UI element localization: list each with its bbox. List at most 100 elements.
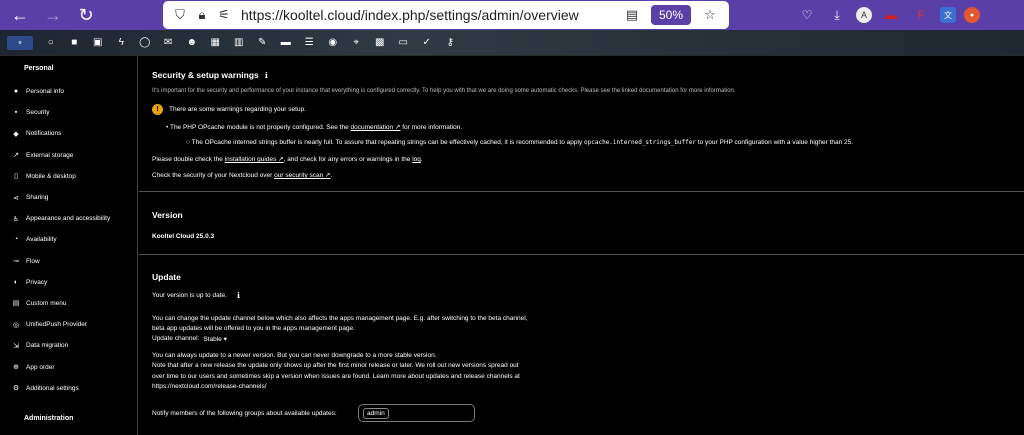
settings-sidebar: Personal ● Personal info ▪ Security ◆ Notif… — [0, 56, 138, 435]
settings-icon: ⚙ — [12, 385, 20, 393]
sidebar-section-administration: Administration — [24, 414, 74, 422]
note-line: over time to our users and sometimes ski… — [152, 372, 520, 380]
notify-groups-input[interactable]: admin — [358, 404, 475, 422]
version-value: Kooltel Cloud 25.0.3 — [152, 233, 215, 240]
dashboard-icon[interactable]: ○ — [39, 32, 63, 54]
warning-buffer-text: The OPcache interned strings buffer is n… — [191, 139, 583, 146]
sidebar-item-data-migration[interactable]: ⇲ Data migration — [0, 335, 137, 356]
sidebar-item-sharing[interactable]: ⋖ Sharing — [0, 187, 137, 208]
warning-buffer-post: to your PHP configuration with a value h… — [697, 139, 843, 146]
kooltel-logo[interactable]: ꙩ — [7, 35, 33, 50]
lock-icon: ▪ — [14, 109, 18, 117]
forward-icon[interactable]: → — [40, 2, 66, 28]
notify-label: Notify members of the following groups a… — [152, 410, 337, 417]
warning-opcache-post: for more information. — [402, 124, 463, 131]
privacy-icon: ◐ — [13, 278, 19, 286]
channel-line: You can change the update channel below … — [152, 315, 528, 322]
contacts-icon[interactable]: ☻ — [180, 32, 204, 54]
phone-icon: ▯ — [14, 173, 18, 181]
circles-icon[interactable]: ◉ — [321, 32, 345, 54]
reader-view-icon[interactable]: ▤ — [621, 4, 643, 26]
browser-toolbar: ← → ↻ ⛉ 🔒︎ ⚟ https://kooltel.cloud/index… — [0, 0, 1024, 30]
check-mid-text: , and check for any errors or warnings i… — [283, 156, 411, 163]
flow-icon: ⊸ — [13, 258, 19, 266]
translate-icon[interactable]: 文 — [940, 7, 956, 23]
push-icon: ◎ — [12, 321, 20, 329]
sidebar-item-label: Notifications — [26, 130, 62, 138]
back-icon[interactable]: ← — [7, 2, 33, 28]
sidebar-item-notifications[interactable]: ◆ Notifications — [0, 123, 137, 144]
activity-icon[interactable]: ϟ — [110, 32, 134, 54]
sidebar-item-label: External storage — [26, 151, 74, 159]
update-note: You can always update to a newer version… — [152, 351, 520, 393]
note-line: You can always update to a newer version… — [152, 352, 437, 359]
profile-icon[interactable]: ● — [964, 7, 980, 23]
sidebar-item-unifiedpush[interactable]: ◎ UnifiedPush Provider — [0, 314, 137, 335]
group-chip[interactable]: admin — [363, 407, 389, 419]
sidebar-item-personal-info[interactable]: ● Personal info — [0, 81, 137, 102]
sidebar-item-label: Sharing — [26, 194, 49, 202]
extension-printer-icon[interactable]: ▬ — [880, 4, 902, 26]
installation-guides-link[interactable]: installation guides ↗ — [225, 156, 284, 163]
talk-icon[interactable]: ◯ — [133, 32, 157, 54]
sidebar-section-personal: Personal — [24, 65, 54, 72]
checkmark-icon[interactable]: ✓ — [415, 32, 439, 54]
shield-icon[interactable]: ⛉ — [169, 4, 191, 26]
channel-line: beta app updates will be offered to you … — [152, 325, 355, 332]
url-text[interactable]: https://kooltel.cloud/index.php/settings… — [241, 7, 579, 23]
permissions-icon[interactable]: ⚟ — [213, 4, 235, 26]
scan-pre-text: Check the security of your Nextcloud ove… — [152, 172, 273, 179]
info-icon[interactable]: ℹ — [237, 291, 240, 300]
check-pre-text: Please double check the — [152, 156, 223, 163]
sidebar-item-app-order[interactable]: ⊕ App order — [0, 356, 137, 377]
sidebar-item-flow[interactable]: ⊸ Flow — [0, 251, 137, 272]
sidebar-item-privacy[interactable]: ◐ Privacy — [0, 272, 137, 293]
files-icon[interactable]: ■ — [63, 32, 87, 54]
info-icon[interactable]: ℹ — [265, 71, 268, 80]
account-icon[interactable]: A — [856, 7, 872, 23]
sidebar-item-label: Flow — [26, 257, 40, 265]
forms-icon[interactable]: ▭ — [392, 32, 416, 54]
opcache-setting-code: opcache.interned_strings_buffer — [584, 139, 696, 146]
sidebar-item-appearance[interactable]: ♿︎ Appearance and accessibility — [0, 208, 137, 229]
sidebar-item-availability[interactable]: ◔ Availability — [0, 229, 137, 250]
deck-icon[interactable]: ▬ — [274, 32, 298, 54]
sidebar-item-mobile-desktop[interactable]: ▯ Mobile & desktop — [0, 166, 137, 187]
app-header: ꙩ ○ ■ ▣ ϟ ◯ ✉ ☻ ▦ ▥ ✎ ▬ ☰ ◉ ⌖ ▩ ▭ ✓ ⚷ — [0, 30, 1024, 56]
update-channel-value: Stable — [203, 336, 222, 343]
maps-icon[interactable]: ⌖ — [345, 32, 369, 54]
chevron-down-icon: ▾ — [223, 336, 227, 343]
lock-icon[interactable]: 🔒︎ — [191, 4, 213, 26]
extension-red-icon[interactable]: F — [910, 4, 932, 26]
update-channel-row: Update channel: Stable ▾ — [152, 335, 227, 343]
url-bar[interactable]: ⛉ 🔒︎ ⚟ https://kooltel.cloud/index.php/s… — [163, 1, 729, 29]
passwords-icon[interactable]: ⚷ — [439, 32, 463, 54]
sidebar-item-additional-settings[interactable]: ⚙ Additional settings — [0, 378, 137, 399]
sidebar-item-security[interactable]: ▪ Security — [0, 102, 137, 123]
tasks-icon[interactable]: ☰ — [298, 32, 322, 54]
bookmark-star-icon[interactable]: ☆ — [699, 4, 721, 26]
release-channels-link[interactable]: https://nextcloud.com/release-channels/ — [152, 382, 520, 392]
schedule-icon[interactable]: ▩ — [368, 32, 392, 54]
sidebar-item-label: Personal info — [26, 88, 64, 96]
mail-icon[interactable]: ✉ — [157, 32, 181, 54]
notes-icon[interactable]: ✎ — [251, 32, 275, 54]
pocket-icon[interactable]: ♡ — [796, 4, 818, 26]
security-scan: Check the security of your Nextcloud ove… — [152, 171, 332, 179]
sidebar-item-label: Appearance and accessibility — [26, 215, 111, 223]
analytics-icon[interactable]: ▥ — [227, 32, 251, 54]
sidebar-item-custom-menu[interactable]: ▤ Custom menu — [0, 293, 137, 314]
documentation-link[interactable]: documentation ↗ — [351, 124, 401, 131]
log-link[interactable]: log — [412, 156, 421, 163]
photos-icon[interactable]: ▣ — [86, 32, 110, 54]
zoom-level[interactable]: 50% — [650, 5, 691, 25]
downloads-icon[interactable]: ⤓ — [826, 4, 848, 26]
security-scan-link[interactable]: our security scan ↗ — [274, 172, 330, 179]
warning-header: There are some warnings regarding your s… — [169, 106, 306, 113]
reload-icon[interactable]: ↻ — [73, 2, 99, 28]
calendar-icon[interactable]: ▦ — [204, 32, 228, 54]
check-end-text: . — [420, 156, 423, 163]
update-channel-select[interactable]: Stable ▾ — [203, 335, 227, 343]
sidebar-item-external-storage[interactable]: ↗ External storage — [0, 145, 137, 166]
app-order-icon: ⊕ — [13, 364, 19, 372]
